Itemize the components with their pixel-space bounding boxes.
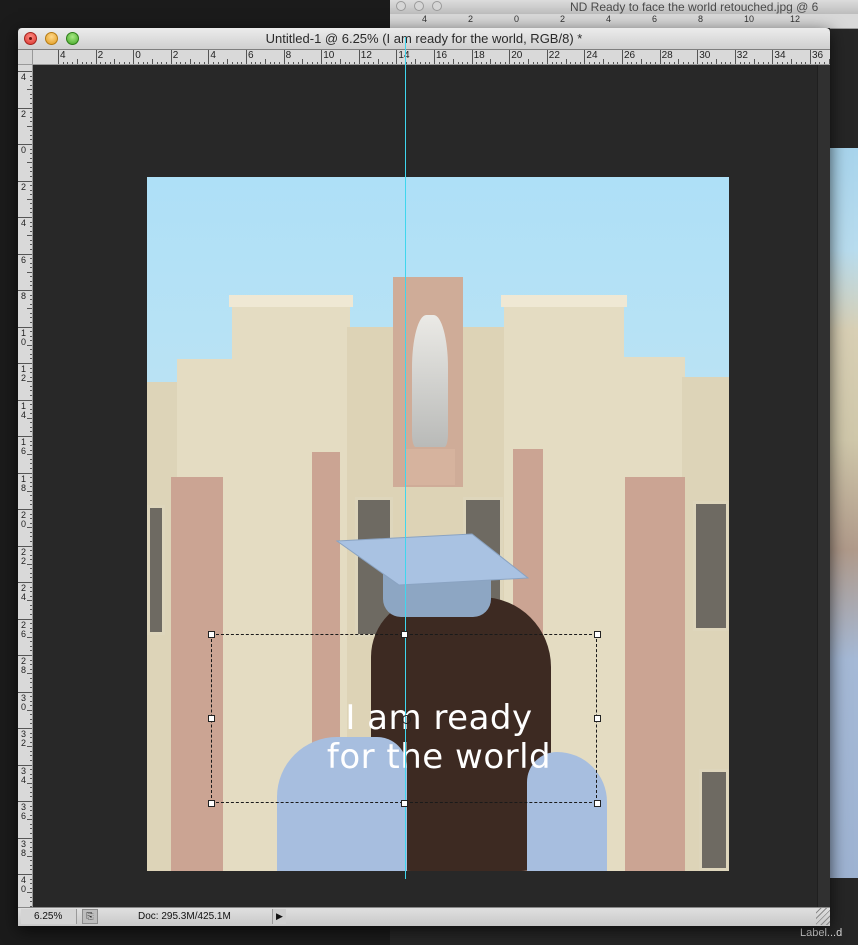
zoom-level-field[interactable]: 6.25% xyxy=(21,909,77,924)
horizontal-ruler-marks: 4 2 0 2 4 6 8 10 12 14 16 18 20 22 24 26 28 30 32 34 36 xyxy=(33,50,830,64)
ruler-number: 16 xyxy=(436,50,448,61)
ruler-number: 0 xyxy=(20,145,26,155)
transform-handle-middle-left[interactable] xyxy=(208,715,215,722)
background-ruler-numbers: 4 2 0 2 4 6 8 10 12 xyxy=(390,14,858,28)
ruler-number: 2 xyxy=(20,181,26,192)
background-ruler-number: 6 xyxy=(652,14,658,24)
ruler-number: 36 xyxy=(812,50,824,61)
ruler-number: 4 xyxy=(210,50,216,61)
ruler-number: 0 xyxy=(135,50,141,61)
close-icon[interactable] xyxy=(24,32,37,45)
ruler-number: 4 xyxy=(20,218,26,228)
ruler-number: 18 xyxy=(473,50,485,61)
ruler-number: 4 xyxy=(20,72,26,82)
document-size-info: Doc: 295.3M/425.1M xyxy=(138,911,231,922)
ruler-major-tick xyxy=(509,50,511,64)
background-panel-label-line2: Label...d xyxy=(800,927,843,939)
ruler-number: 14 xyxy=(398,50,410,61)
zoom-icon[interactable] xyxy=(66,32,79,45)
ruler-number: 6 xyxy=(248,50,254,61)
ruler-major-tick xyxy=(95,50,97,64)
transform-handle-top-left[interactable] xyxy=(208,631,215,638)
ruler-major-tick xyxy=(208,50,210,64)
ruler-number: 8 xyxy=(285,50,292,61)
ruler-major-tick xyxy=(133,50,135,64)
transform-reference-point[interactable] xyxy=(402,715,411,724)
transform-handle-top-right[interactable] xyxy=(594,631,601,638)
vertical-scrollbar[interactable] xyxy=(817,65,830,907)
minimize-icon[interactable] xyxy=(45,32,58,45)
close-icon[interactable] xyxy=(396,1,406,11)
export-icon[interactable]: ⎘ xyxy=(82,909,98,924)
ruler-number: 2 xyxy=(20,108,26,119)
window-titlebar[interactable]: Untitled-1 @ 6.25% (I am ready for the w… xyxy=(18,28,830,50)
resize-grip-icon[interactable] xyxy=(816,908,830,925)
ruler-number: 24 xyxy=(586,50,598,61)
ruler-number: 6 xyxy=(20,254,26,265)
background-ruler-number: 0 xyxy=(514,14,520,24)
background-ruler-number: 2 xyxy=(560,14,566,24)
ruler-major-tick xyxy=(659,50,661,64)
transform-handle-bottom-left[interactable] xyxy=(208,800,215,807)
background-window-titlebar[interactable]: ND Ready to face the world retouched.jpg… xyxy=(390,0,858,15)
horizontal-ruler[interactable]: 4 2 0 2 4 6 8 10 12 14 16 18 20 22 24 26 28 30 32 34 36 xyxy=(33,50,830,65)
ruler-number: 12 xyxy=(360,50,372,61)
transform-handle-bottom-right[interactable] xyxy=(594,800,601,807)
transform-handle-top-center[interactable] xyxy=(401,631,408,638)
window-title: Untitled-1 @ 6.25% (I am ready for the w… xyxy=(265,31,583,46)
background-ruler-number: 4 xyxy=(422,14,428,24)
ruler-number: 4 xyxy=(60,50,66,61)
ruler-major-tick xyxy=(434,50,435,64)
window-controls xyxy=(24,32,79,45)
ruler-number: 32 xyxy=(736,50,748,61)
background-ruler-number: 12 xyxy=(790,14,801,24)
ruler-number: 26 xyxy=(624,50,636,61)
vertical-ruler-marks: 4 2 0 2 4 6 8 10 12 14 16 18 20 22 24 26 28 30 32 34 36 38 40 xyxy=(18,65,32,907)
ruler-number: 28 xyxy=(661,50,673,61)
ruler-number: 8 xyxy=(20,291,26,301)
vertical-ruler[interactable]: 4 2 0 2 4 6 8 10 12 14 16 18 20 22 24 26 28 30 32 34 36 38 40 xyxy=(18,65,33,907)
ruler-number: 2 xyxy=(97,50,104,61)
ruler-major-tick xyxy=(734,50,736,64)
status-bar: 6.25% ⎘ Doc: 295.3M/425.1M ▶ xyxy=(18,907,830,926)
ruler-major-tick xyxy=(546,50,548,64)
ruler-number: 22 xyxy=(548,50,560,61)
ruler-major-tick xyxy=(246,50,247,64)
ruler-number: 2 xyxy=(172,50,179,61)
ruler-major-tick xyxy=(321,50,323,64)
transform-handle-bottom-center[interactable] xyxy=(401,800,408,807)
ruler-number: 30 xyxy=(699,50,711,61)
ruler-major-tick xyxy=(772,50,774,64)
background-ruler-number: 8 xyxy=(698,14,704,24)
zoom-icon[interactable] xyxy=(432,1,442,11)
ruler-major-tick xyxy=(358,50,360,64)
background-horizontal-ruler[interactable]: 4 2 0 2 4 6 8 10 12 xyxy=(390,14,858,29)
triangle-right-icon[interactable]: ▶ xyxy=(272,909,286,924)
ruler-number: 20 xyxy=(511,50,523,61)
ruler-major-tick xyxy=(697,50,699,64)
ruler-major-tick xyxy=(283,50,285,64)
ruler-major-tick xyxy=(58,50,59,64)
ruler-major-tick xyxy=(584,50,586,64)
minimize-icon[interactable] xyxy=(414,1,424,11)
background-window-title: ND Ready to face the world retouched.jpg… xyxy=(570,0,819,14)
ruler-major-tick xyxy=(622,50,623,64)
background-ruler-number: 10 xyxy=(744,14,755,24)
ruler-origin-corner[interactable] xyxy=(18,50,33,65)
transform-handle-middle-right[interactable] xyxy=(594,715,601,722)
ruler-number: 34 xyxy=(774,50,786,61)
ruler-number: 10 xyxy=(323,50,335,61)
ruler-major-tick xyxy=(810,50,811,64)
ruler-major-tick xyxy=(170,50,172,64)
ruler-major-tick xyxy=(471,50,473,64)
ruler-major-tick xyxy=(396,50,398,64)
background-ruler-number: 4 xyxy=(606,14,612,24)
background-photo-edge xyxy=(828,148,858,878)
background-window-controls xyxy=(396,1,442,11)
background-ruler-number: 2 xyxy=(468,14,474,24)
